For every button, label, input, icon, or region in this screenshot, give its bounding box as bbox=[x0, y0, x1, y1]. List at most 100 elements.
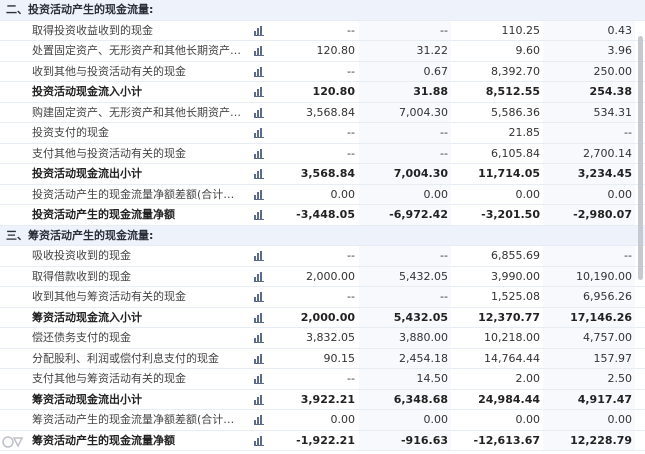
bar-chart-icon[interactable] bbox=[254, 128, 264, 138]
bar-chart-icon[interactable] bbox=[254, 148, 264, 159]
table-row: 支付其他与筹资活动有关的现金 -- 14.50 2.00 2.50 bbox=[0, 369, 645, 390]
table-row: 筹资活动现金流出小计 3,922.21 6,348.68 24,984.44 4,917… bbox=[0, 389, 645, 410]
row-label: 筹资活动产生的现金流量净额差额(合计平衡项目) bbox=[32, 413, 242, 426]
value-cell: 3,234.45 bbox=[577, 167, 632, 180]
value-cell: 0.00 bbox=[330, 413, 356, 426]
value-cell: -- bbox=[347, 372, 355, 385]
row-label: 收到其他与筹资活动有关的现金 bbox=[32, 290, 186, 303]
value-cell: 8,512.55 bbox=[485, 85, 540, 98]
value-cell: 12,228.79 bbox=[570, 433, 632, 447]
value-cell: 6,956.26 bbox=[583, 290, 632, 303]
value-cell: 0.00 bbox=[423, 187, 449, 201]
value-cell: 0.00 bbox=[515, 187, 541, 201]
bar-chart-icon[interactable] bbox=[254, 189, 264, 200]
table-row: 筹资活动产生的现金流量净额差额(合计平衡项目) 0.00 0.00 0.00 0.00 bbox=[0, 410, 645, 431]
value-cell: -- bbox=[440, 23, 448, 37]
table-row: 投资活动现金流入小计 120.80 31.88 8,512.55 254.38 bbox=[0, 82, 645, 103]
value-cell: 0.00 bbox=[330, 187, 356, 201]
value-cell: 3,568.84 bbox=[300, 167, 355, 180]
value-cell: 120.80 bbox=[312, 85, 355, 98]
row-label: 投资活动现金流出小计 bbox=[32, 167, 142, 180]
bar-chart-icon[interactable] bbox=[254, 312, 264, 323]
value-cell: -916.63 bbox=[400, 433, 448, 447]
value-cell: 4,917.47 bbox=[577, 392, 632, 406]
value-cell: -- bbox=[347, 249, 355, 262]
bar-chart-icon[interactable] bbox=[254, 169, 264, 179]
row-label: 投资活动产生的现金流量净额差额(合计平衡项目) bbox=[32, 187, 242, 201]
row-label: 投资活动现金流入小计 bbox=[32, 85, 142, 98]
bar-chart-icon[interactable] bbox=[254, 374, 264, 384]
table-row: 收到其他与投资活动有关的现金 -- 0.67 8,392.70 250.00 bbox=[0, 61, 645, 82]
table-row: 取得投资收益收到的现金 -- -- 110.25 0.43 bbox=[0, 20, 645, 41]
row-label: 投资活动产生的现金流量净额 bbox=[32, 208, 175, 221]
value-cell: -1,922.21 bbox=[296, 433, 355, 447]
row-label: 偿还债务支付的现金 bbox=[32, 331, 131, 344]
table-row: 筹资活动现金流入小计 2,000.00 5,432.05 12,370.77 17,14… bbox=[0, 307, 645, 328]
row-label: 处置固定资产、无形资产和其他长期资产收回的... bbox=[32, 44, 242, 57]
bar-chart-icon[interactable] bbox=[254, 251, 264, 261]
value-cell: 12,370.77 bbox=[478, 310, 540, 324]
value-cell: 24,984.44 bbox=[478, 392, 540, 406]
row-label: 三、筹资活动产生的现金流量: bbox=[6, 228, 154, 242]
value-cell: 10,218.00 bbox=[484, 331, 540, 344]
bar-chart-icon[interactable] bbox=[254, 292, 264, 302]
value-cell: 110.25 bbox=[501, 23, 541, 37]
bar-chart-icon[interactable] bbox=[254, 107, 264, 118]
cash-flow-table: 二、投资活动产生的现金流量: 取得投资收益收到的现金 -- -- 110.25 0.43 处… bbox=[0, 0, 645, 451]
value-cell: 21.85 bbox=[508, 126, 541, 139]
row-label: 筹资活动现金流入小计 bbox=[32, 310, 142, 324]
value-cell: 0.00 bbox=[607, 187, 633, 201]
value-cell: 5,586.36 bbox=[491, 105, 540, 119]
row-label: 筹资活动产生的现金流量净额 bbox=[32, 433, 175, 447]
value-cell: 534.31 bbox=[593, 105, 633, 119]
bar-chart-icon[interactable] bbox=[254, 66, 264, 77]
table-row: 偿还债务支付的现金 3,832.05 3,880.00 10,218.00 4,757.… bbox=[0, 328, 645, 349]
value-cell: 14.50 bbox=[416, 372, 449, 385]
table-row: 分配股利、利润或偿付利息支付的现金 90.15 2,454.18 14,764.44 1… bbox=[0, 348, 645, 369]
row-label: 取得借款收到的现金 bbox=[32, 269, 131, 283]
bar-chart-icon[interactable] bbox=[254, 210, 264, 220]
value-cell: 3,880.00 bbox=[399, 331, 448, 344]
value-cell: 3,568.84 bbox=[306, 105, 355, 119]
value-cell: 157.97 bbox=[593, 351, 633, 365]
bar-chart-icon[interactable] bbox=[254, 271, 264, 282]
table-row: 投资支付的现金 -- -- 21.85 -- bbox=[0, 123, 645, 144]
value-cell: -- bbox=[347, 290, 355, 303]
row-label: 购建固定资产、无形资产和其他长期资产支付的... bbox=[32, 105, 242, 119]
value-cell: 6,855.69 bbox=[491, 249, 540, 262]
value-cell: 7,004.30 bbox=[399, 105, 448, 119]
row-label: 吸收投资收到的现金 bbox=[32, 249, 131, 262]
value-cell: 4,757.00 bbox=[583, 331, 632, 344]
value-cell: -- bbox=[440, 290, 448, 303]
row-label: 取得投资收益收到的现金 bbox=[32, 23, 153, 37]
bar-chart-icon[interactable] bbox=[254, 46, 264, 56]
value-cell: 2,000.00 bbox=[300, 310, 355, 324]
value-cell: 5,432.05 bbox=[393, 310, 448, 324]
bar-chart-icon[interactable] bbox=[254, 25, 264, 36]
value-cell: 5,432.05 bbox=[399, 269, 448, 283]
value-cell: -- bbox=[347, 146, 355, 160]
value-cell: 0.67 bbox=[423, 64, 449, 78]
value-cell: 2,454.18 bbox=[399, 351, 448, 365]
bar-chart-icon[interactable] bbox=[254, 333, 264, 343]
bar-chart-icon[interactable] bbox=[254, 87, 264, 97]
table-row: 吸收投资收到的现金 -- -- 6,855.69 -- bbox=[0, 246, 645, 267]
value-cell: 31.22 bbox=[416, 44, 449, 57]
value-cell: 3,922.21 bbox=[300, 392, 355, 406]
table-row: 支付其他与投资活动有关的现金 -- -- 6,105.84 2,700.14 bbox=[0, 143, 645, 164]
value-cell: 120.80 bbox=[316, 44, 356, 57]
watermark-logo-icon bbox=[2, 436, 24, 448]
row-label: 分配股利、利润或偿付利息支付的现金 bbox=[32, 351, 219, 365]
value-cell: 17,146.26 bbox=[570, 310, 632, 324]
row-label: 二、投资活动产生的现金流量: bbox=[6, 3, 154, 16]
value-cell: 250.00 bbox=[593, 64, 633, 78]
value-cell: -- bbox=[624, 126, 632, 139]
scrollbar-thumb[interactable] bbox=[638, 36, 643, 280]
table-row: 筹资活动产生的现金流量净额 -1,922.21 -916.63 -12,613.67 1… bbox=[0, 430, 645, 451]
bar-chart-icon[interactable] bbox=[254, 435, 264, 446]
value-cell: -3,201.50 bbox=[481, 208, 540, 221]
bar-chart-icon[interactable] bbox=[254, 353, 264, 364]
bar-chart-icon[interactable] bbox=[254, 415, 264, 425]
bar-chart-icon[interactable] bbox=[254, 394, 264, 405]
value-cell: 31.88 bbox=[413, 85, 448, 98]
